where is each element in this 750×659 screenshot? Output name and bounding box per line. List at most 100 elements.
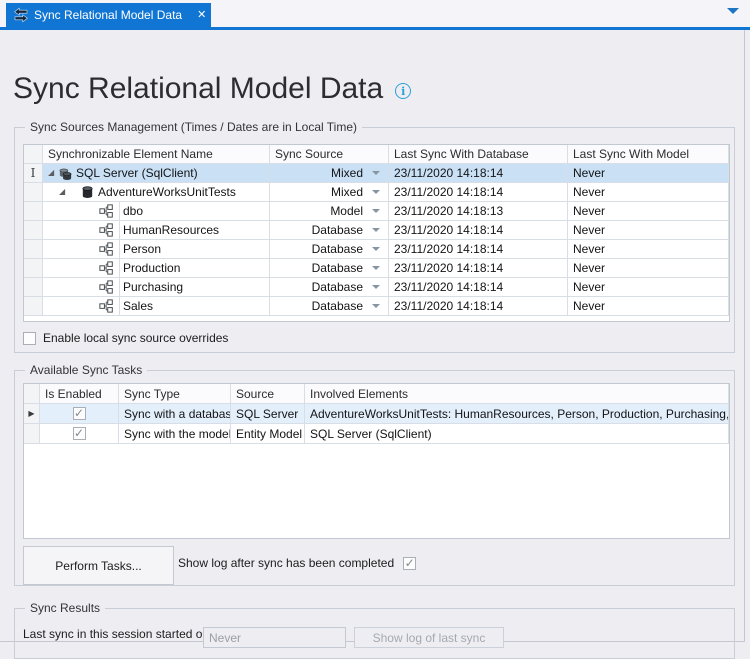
last-sync-model-cell: Never [568,297,729,316]
table-row[interactable]: Production Database 23/11/2020 14:18:14 … [24,259,729,278]
last-sync-db-cell: 23/11/2020 14:18:14 [389,240,568,259]
expander-icon[interactable]: ◢ [59,188,69,196]
table-row[interactable]: I ◢ SQL Server (SqlClient) Mixed 23/11/2… [24,164,729,183]
sync-source-cell[interactable]: Model [270,202,389,221]
element-name: SQL Server (SqlClient) [76,166,198,180]
chevron-down-icon[interactable] [727,8,739,14]
table-row[interactable]: HumanResources Database 23/11/2020 14:18… [24,221,729,240]
dropdown-icon[interactable] [372,304,380,308]
is-enabled-cell[interactable] [40,404,119,424]
table-row[interactable]: Sync with the model Entity Model SQL Ser… [24,424,729,444]
table-row[interactable]: ◢ AdventureWorksUnitTests Mixed 23/11/20… [24,183,729,202]
indent-divider [119,278,120,296]
edit-cursor-icon: I [31,166,36,180]
checkbox-icon[interactable] [73,427,86,440]
server-database-icon [58,166,73,181]
indent-divider [119,240,120,258]
schema-icon [99,261,113,275]
sync-source-cell[interactable]: Mixed [270,183,389,202]
row-indicator [24,278,43,297]
last-sync-model-cell: Never [568,240,729,259]
last-sync-model-cell: Never [568,278,729,297]
element-name: Purchasing [123,280,183,294]
sync-source-cell[interactable]: Mixed [270,164,389,183]
sync-source-cell[interactable]: Database [270,240,389,259]
dropdown-icon[interactable] [372,228,380,232]
column-header[interactable]: Involved Elements [305,384,729,404]
tab-title: Sync Relational Model Data [34,8,182,22]
table-row[interactable]: Purchasing Database 23/11/2020 14:18:14 … [24,278,729,297]
column-header[interactable]: Sync Source [270,145,389,164]
indent-divider [119,221,120,239]
show-log-checkbox[interactable]: Show log after sync has been completed [178,556,416,570]
page-header: Sync Relational Model Data i [13,72,411,106]
document-area: Sync Relational Model Data i Sync Source… [0,30,745,642]
info-icon[interactable]: i [395,83,411,99]
page-title: Sync Relational Model Data [13,72,383,106]
row-indicator [24,297,43,316]
sync-source-cell[interactable]: Database [270,221,389,240]
source-cell: Entity Model [231,424,305,444]
sync-relational-model-data-window: Sync Relational Model Data ✕ Sync Relati… [0,0,750,646]
sync-source-cell[interactable]: Database [270,297,389,316]
last-sync-label: Last sync in this session started on [23,627,209,641]
close-icon[interactable]: ✕ [194,9,209,22]
sync-type-cell: Sync with the model [119,424,231,444]
sync-tasks-table: Is Enabled Sync Type Source Involved Ele… [23,383,730,539]
row-indicator [24,240,43,259]
dropdown-icon[interactable] [372,190,380,194]
dropdown-icon[interactable] [372,247,380,251]
sync-source-cell[interactable]: Database [270,278,389,297]
indent-divider [119,297,120,315]
schema-icon [99,299,113,313]
table-row[interactable]: ▶ Sync with a database SQL Server Advent… [24,404,729,424]
last-sync-db-cell: 23/11/2020 14:18:14 [389,278,568,297]
is-enabled-cell[interactable] [40,424,119,444]
column-header[interactable]: Synchronizable Element Name [43,145,270,164]
dropdown-icon[interactable] [372,171,380,175]
table-row[interactable]: dbo Model 23/11/2020 14:18:13 Never [24,202,729,221]
show-log-of-last-sync-button[interactable]: Show log of last sync [354,627,504,648]
column-header[interactable]: Sync Type [119,384,231,404]
dropdown-icon[interactable] [372,266,380,270]
schema-icon [99,223,113,237]
tab-sync-relational-model-data[interactable]: Sync Relational Model Data ✕ [6,3,211,27]
table-row[interactable]: Sales Database 23/11/2020 14:18:14 Never [24,297,729,316]
tab-strip: Sync Relational Model Data ✕ [0,0,750,27]
column-header[interactable]: Last Sync With Database [389,145,568,164]
checkbox-icon[interactable] [403,557,416,570]
table-row[interactable]: Person Database 23/11/2020 14:18:14 Neve… [24,240,729,259]
available-sync-tasks-group: Available Sync Tasks Is Enabled Sync Typ… [14,370,735,586]
checkbox-icon[interactable] [23,332,36,345]
header-indicator-cell [24,145,43,164]
indent-divider [119,202,120,220]
involved-elements-cell: SQL Server (SqlClient) [305,424,729,444]
last-sync-db-cell: 23/11/2020 14:18:14 [389,164,568,183]
last-sync-db-cell: 23/11/2020 14:18:14 [389,259,568,278]
checkbox-icon[interactable] [73,407,86,420]
element-name: Person [123,242,161,256]
last-sync-model-cell: Never [568,259,729,278]
last-sync-input[interactable] [203,627,346,648]
schema-icon [99,242,113,256]
last-sync-line: Last sync in this session started on Sho… [23,627,728,641]
expander-icon[interactable]: ◢ [48,169,58,177]
dropdown-icon[interactable] [372,209,380,213]
row-indicator: ▶ [24,404,40,424]
last-sync-model-cell: Never [568,202,729,221]
element-name: Sales [123,299,153,313]
row-indicator [24,424,40,444]
element-name: HumanResources [123,223,219,237]
column-header[interactable]: Source [231,384,305,404]
enable-overrides-checkbox[interactable]: Enable local sync source overrides [23,331,228,345]
column-header[interactable]: Is Enabled [40,384,119,404]
sync-source-cell[interactable]: Database [270,259,389,278]
element-name: dbo [123,204,143,218]
perform-tasks-button[interactable]: Perform Tasks... [23,546,174,585]
table-header-row: Is Enabled Sync Type Source Involved Ele… [24,384,729,404]
schema-icon [99,204,113,218]
column-header[interactable]: Last Sync With Model [568,145,729,164]
dropdown-icon[interactable] [372,285,380,289]
schema-icon [99,280,113,294]
last-sync-model-cell: Never [568,221,729,240]
